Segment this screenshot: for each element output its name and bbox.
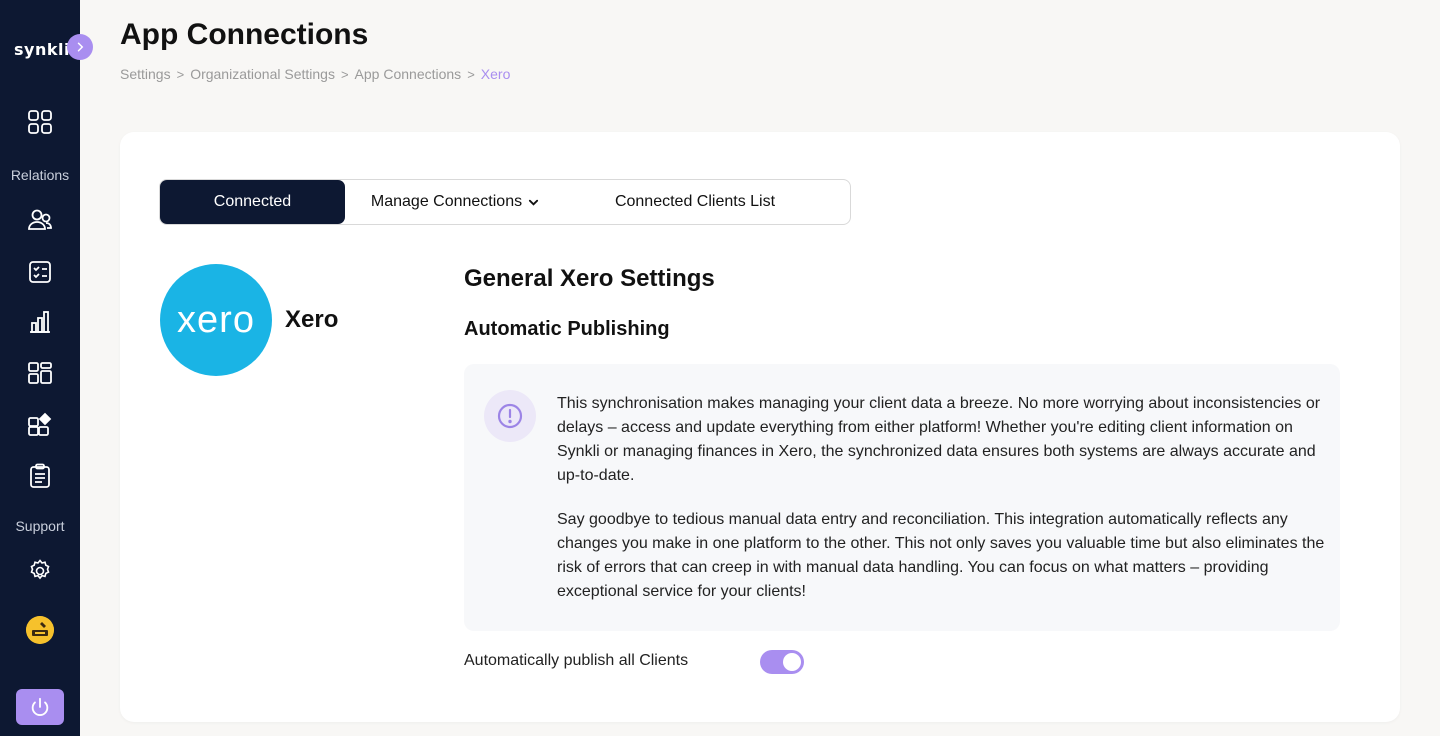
tab-connected-clients-list[interactable]: Connected Clients List: [565, 180, 825, 224]
settings-title: General Xero Settings: [464, 265, 715, 292]
sidebar-expand-button[interactable]: [67, 34, 93, 60]
xero-logo-text: xero: [177, 298, 255, 341]
breadcrumb: Settings > Organizational Settings > App…: [120, 66, 510, 82]
breadcrumb-organizational-settings[interactable]: Organizational Settings: [190, 66, 335, 82]
logout-button[interactable]: [16, 689, 64, 725]
section-label-support: Support: [15, 518, 65, 534]
tab-manage-label: Manage Connections: [370, 193, 523, 210]
tab-bar: Connected Manage Connections Connected C…: [159, 179, 851, 225]
breadcrumb-settings[interactable]: Settings: [120, 66, 171, 82]
clipboard-list-icon[interactable]: [24, 460, 56, 492]
settings-card: Connected Manage Connections Connected C…: [120, 132, 1400, 722]
gear-icon[interactable]: [24, 555, 56, 587]
info-paragraph-1: This synchronisation makes managing your…: [557, 395, 1321, 484]
chevron-right-icon: [77, 42, 84, 52]
alert-circle-icon: [484, 390, 536, 442]
power-icon: [31, 697, 49, 716]
toggle-label: Automatically publish all Clients: [464, 652, 689, 669]
info-box: This synchronisation makes managing your…: [464, 364, 1340, 631]
tab-manage-connections[interactable]: Manage Connections: [345, 180, 565, 224]
sidebar: synkli Relations Support: [0, 0, 80, 736]
users-icon[interactable]: [24, 204, 56, 236]
breadcrumb-app-connections[interactable]: App Connections: [355, 66, 462, 82]
tab-connected[interactable]: Connected: [160, 180, 345, 224]
info-text: This synchronisation makes managing your…: [557, 392, 1327, 604]
breadcrumb-current: Xero: [480, 66, 511, 82]
chevron-right-icon: >: [467, 66, 475, 82]
tasks-checklist-icon[interactable]: [24, 256, 56, 288]
chevron-down-icon: [529, 199, 539, 206]
section-title: Automatic Publishing: [464, 318, 670, 340]
info-paragraph-2: Say goodbye to tedious manual data entry…: [557, 511, 1325, 600]
chevron-right-icon: >: [340, 66, 349, 82]
toggle-knob: [783, 653, 801, 671]
bar-chart-icon[interactable]: [24, 306, 56, 338]
avatar[interactable]: [26, 616, 54, 644]
dashboard-grid-icon[interactable]: [24, 106, 56, 138]
xero-logo: xero: [160, 264, 272, 376]
apps-layout-icon[interactable]: [24, 357, 56, 389]
synkli-logo[interactable]: synkli: [14, 40, 70, 59]
auto-publish-toggle[interactable]: [760, 650, 804, 674]
section-label-relations: Relations: [10, 167, 70, 183]
chevron-right-icon: >: [176, 66, 185, 82]
app-add-icon[interactable]: [24, 409, 56, 441]
integration-name: Xero: [285, 306, 339, 333]
page-title: App Connections: [120, 18, 369, 51]
